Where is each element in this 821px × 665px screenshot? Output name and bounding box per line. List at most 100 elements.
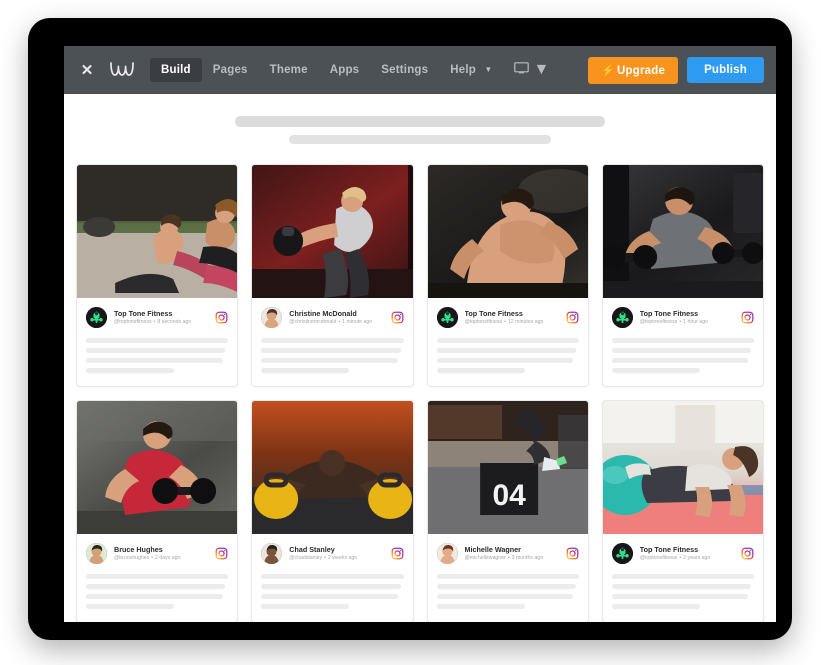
instagram-icon[interactable] [391,547,404,560]
post-submeta: @toptonefitness • 1 hour ago [640,319,734,326]
nav-item-pages-label: Pages [212,64,248,76]
post-handle: @toptonefitness [639,555,678,562]
post-username: Top Tone Fitness [464,309,523,319]
post-meta: Top Tone Fitness @toptonefitness • 2 years… [640,545,734,562]
post-username: Top Tone Fitness [639,309,699,319]
post-image[interactable]: 04 [427,401,588,534]
instagram-icon[interactable] [566,547,579,560]
post-card[interactable]: Top Tone Fitness @toptonefitness • 12 minu… [426,164,589,387]
weebly-logo-icon[interactable] [104,55,140,85]
nav-item-build[interactable]: Build [150,58,202,82]
post-card[interactable]: Top Tone Fitness @toptonefitness • 2 years… [601,400,764,622]
instagram-icon[interactable] [741,311,754,324]
nav-item-build-label: Build [161,64,191,76]
post-meta: Top Tone Fitness @toptonefitness • 1 hour … [640,309,734,326]
hero-placeholder [64,94,776,164]
post-image-graphic [77,401,238,534]
device-screen: ✕ Build Pages Theme Apps Settings Help ▼… [64,46,776,622]
post-submeta: @michellewagner • 3 months ago [465,555,559,562]
post-card[interactable]: Bruce Hughes @brucehughes • 2 days ago [76,400,239,622]
post-body: Top Tone Fitness @toptonefitness • 2 years… [603,534,763,622]
post-body: Top Tone Fitness @toptonefitness • 1 hour … [603,298,763,386]
post-timestamp: 8 seconds ago [157,319,192,326]
caption-line [611,574,754,579]
post-card[interactable]: Christine McDonald @christinemcdonald • 1 … [251,164,414,387]
avatar [436,543,458,564]
post-handle: @toptonefitness [114,319,152,326]
hero-subtitle-placeholder[interactable] [289,135,551,144]
publish-button[interactable]: Publish [687,57,764,83]
caption-line [436,338,579,343]
nav-item-help[interactable]: Help ▼ [439,58,503,82]
instagram-icon[interactable] [391,311,404,324]
post-image[interactable] [427,165,588,298]
post-username: Michelle Wagner [464,545,521,555]
separator-dot: • [507,555,510,562]
desktop-monitor-icon [513,61,529,79]
post-image[interactable] [252,401,413,534]
instagram-icon[interactable] [215,547,228,560]
post-caption-placeholder [611,338,754,373]
caption-line [436,358,574,363]
post-card[interactable]: Top Tone Fitness @toptonefitness • 8 secon… [76,164,239,387]
post-header: Bruce Hughes @brucehughes • 2 days ago [86,543,228,564]
post-image-graphic [427,165,588,298]
editor-toolbar: ✕ Build Pages Theme Apps Settings Help ▼… [64,46,776,94]
post-header: Chad Stanley @chadstanley • 2 weeks ago [261,543,403,564]
post-header: Top Tone Fitness @toptonefitness • 1 hour … [611,307,754,328]
post-header: Top Tone Fitness @toptonefitness • 12 minu… [436,307,579,328]
post-card[interactable]: 04 Michelle Wagner @michellewagner • 3 mon… [426,400,589,622]
post-image-graphic [252,165,413,298]
instagram-icon[interactable] [741,547,754,560]
post-meta: Chad Stanley @chadstanley • 2 weeks ago [289,545,383,562]
caption-line [261,368,350,373]
post-handle: @michellewagner [464,555,506,562]
post-timestamp: 2 years ago [683,555,711,562]
device-preview-selector[interactable]: ▼ [504,55,560,85]
avatar [436,307,458,328]
caption-line [261,584,401,589]
post-image[interactable] [77,401,238,534]
post-body: Chad Stanley @chadstanley • 2 weeks ago [252,534,412,622]
separator-dot: • [679,555,682,562]
close-icon[interactable]: ✕ [74,57,100,83]
post-submeta: @toptonefitness • 2 years ago [640,555,734,562]
post-username: Christine McDonald [289,309,357,319]
post-caption-placeholder [261,338,404,373]
post-image-graphic: 04 [427,401,588,534]
nav-item-pages[interactable]: Pages [202,58,259,82]
post-caption-placeholder [261,574,404,609]
hero-title-placeholder[interactable] [235,116,605,127]
post-username: Chad Stanley [289,545,335,555]
post-header: Top Tone Fitness @toptonefitness • 2 years… [611,543,754,564]
caption-line [611,338,754,343]
caption-line [86,574,229,579]
caption-line [611,594,749,599]
post-image[interactable] [77,165,238,298]
instagram-icon[interactable] [215,311,228,324]
separator-dot: • [153,319,156,326]
post-caption-placeholder [86,338,229,373]
instagram-feed-section: Top Tone Fitness @toptonefitness • 8 secon… [64,164,776,622]
instagram-icon[interactable] [566,311,579,324]
nav-item-theme[interactable]: Theme [259,58,319,82]
svg-text:04: 04 [492,479,526,512]
upgrade-button[interactable]: ⚡ Upgrade [588,56,679,84]
post-image[interactable] [252,165,413,298]
caption-line [86,594,223,599]
post-card[interactable]: Chad Stanley @chadstanley • 2 weeks ago [251,400,414,622]
post-timestamp: 1 hour ago [683,319,708,326]
caption-line [436,604,525,609]
caption-line [261,594,398,599]
post-header: Top Tone Fitness @toptonefitness • 8 secon… [86,307,228,328]
post-timestamp: 2 days ago [155,555,181,562]
caption-line [261,604,350,609]
post-body: Michelle Wagner @michellewagner • 3 months… [428,534,588,622]
nav-item-settings[interactable]: Settings [370,58,439,82]
post-image[interactable] [602,165,763,298]
post-card[interactable]: Top Tone Fitness @toptonefitness • 1 hour … [601,164,764,387]
post-image[interactable] [602,401,763,534]
nav-item-apps-label: Apps [329,64,360,76]
page-canvas: Top Tone Fitness @toptonefitness • 8 secon… [64,94,776,622]
nav-item-apps[interactable]: Apps [319,58,371,82]
